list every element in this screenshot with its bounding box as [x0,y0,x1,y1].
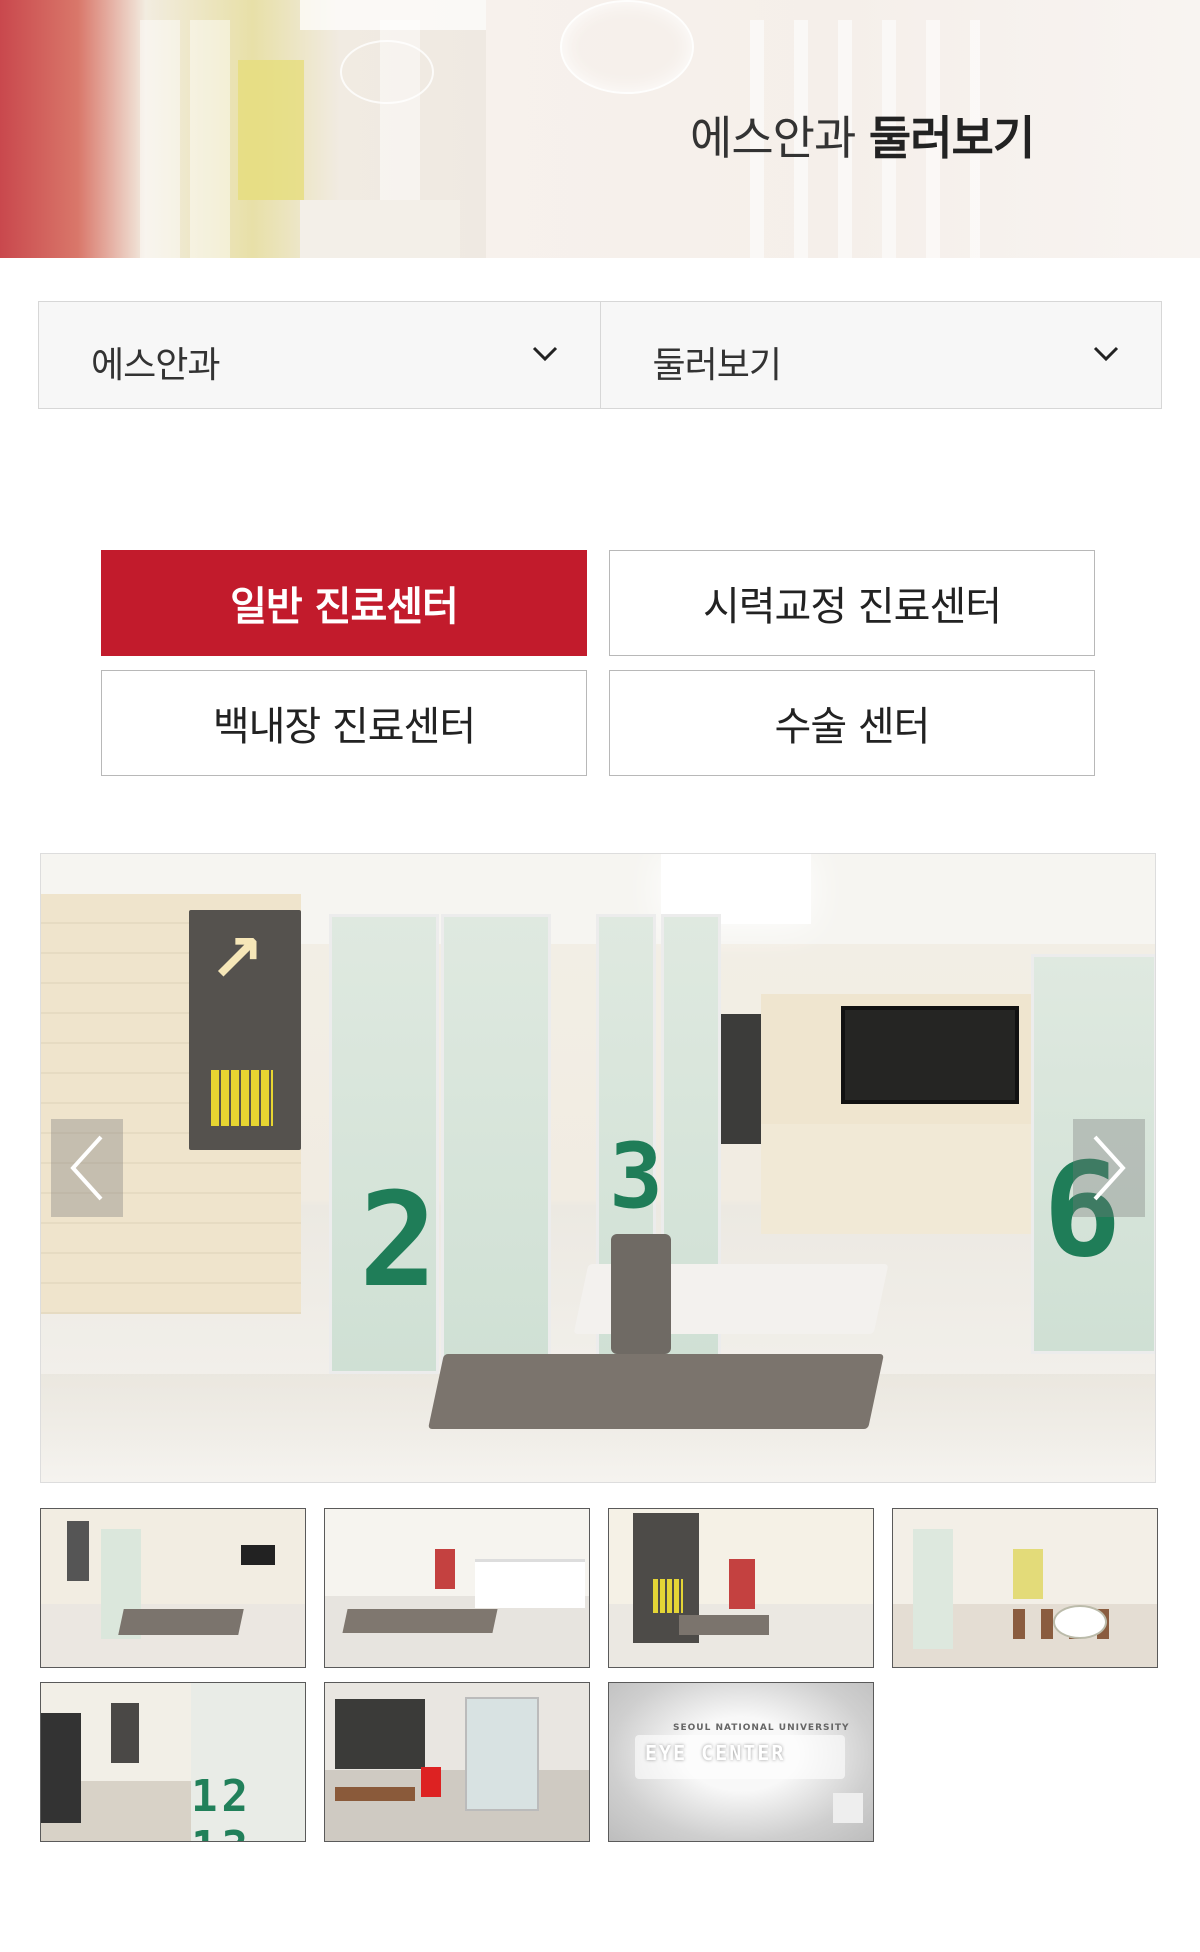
hero-desk [300,200,460,258]
gallery-prev-button[interactable] [51,1119,123,1217]
gallery-thumbnail[interactable] [324,1682,590,1842]
thumb-sign [111,1703,139,1763]
page-select[interactable]: 둘러보기 [600,301,1162,409]
thumb-bench [679,1615,769,1635]
tab-vision-correction-center[interactable]: 시력교정 진료센터 [609,550,1095,656]
thumb-bench [335,1787,415,1801]
thumb-logo-text: EYE CENTER [645,1741,786,1765]
thumb-sign-grid [653,1579,683,1613]
hero-yellow-wall [238,60,304,200]
thumb-room-numbers: 12 13 [191,1771,252,1841]
thumb-counter [475,1559,585,1608]
thumb-dark-wall [41,1713,81,1823]
arrow-icon: ↗ [209,920,265,997]
thumb-red-wall [435,1549,455,1589]
gallery-thumbnail[interactable]: SEOUL NATIONAL UNIVERSITY EYE CENTER [608,1682,874,1842]
chevron-down-icon [532,346,557,362]
photo-glass-door [441,914,551,1374]
photo-bench-grey [428,1354,884,1429]
gallery-thumbnail[interactable]: 12 13 [40,1682,306,1842]
thumbnail-image [325,1683,589,1841]
room-number-3: 3 [609,1124,664,1229]
page-title-bold: 둘러보기 [868,111,1035,165]
chevron-right-icon [1093,1135,1126,1201]
tab-cataract-center[interactable]: 백내장 진료센터 [101,670,587,776]
gallery-thumbnail[interactable] [608,1508,874,1668]
page-title: 에스안과 둘러보기 [690,102,1035,168]
gallery-next-button[interactable] [1073,1119,1145,1217]
hero-photo [0,0,486,258]
tab-surgery-center[interactable]: 수술 센터 [609,670,1095,776]
thumbnail-image [609,1509,873,1667]
room-number-2: 2 [359,1164,438,1316]
hero-glass-panel [140,20,180,258]
location-selector-bar: 에스안과 둘러보기 [38,301,1162,409]
photo-direction-sign: ↗ [189,910,301,1150]
chevron-left-icon [70,1135,103,1201]
page-title-normal: 에스안과 [690,111,856,165]
thumb-dark-wall [335,1699,425,1769]
thumb-logo-subtext: SEOUL NATIONAL UNIVERSITY [673,1723,850,1733]
thumb-door [465,1697,539,1811]
photo-sign-grid [211,1070,273,1126]
tab-general-center[interactable]: 일반 진료센터 [101,550,587,656]
thumbnail-image [893,1509,1157,1667]
gallery-thumbnail[interactable] [324,1508,590,1668]
thumb-bench [342,1609,498,1633]
thumb-table [1053,1605,1107,1639]
thumb-red-stool [421,1767,441,1797]
thumb-bench [118,1609,244,1635]
photo-reception-desk [761,1124,1031,1234]
chandelier-decoration [340,40,434,104]
thumbnail-image [41,1509,305,1667]
thumb-document [833,1793,863,1823]
photo-tv [841,1006,1019,1104]
chandelier-decoration [560,0,694,94]
thumb-glass [913,1529,953,1649]
gallery-thumbnail[interactable] [40,1508,306,1668]
thumbnail-image: SEOUL NATIONAL UNIVERSITY EYE CENTER [609,1683,873,1841]
thumb-tv [241,1545,275,1565]
thumbnail-image: 12 13 [41,1683,305,1841]
thumb-red-wall [729,1559,755,1609]
thumb-sign [67,1521,89,1581]
page-select-value: 둘러보기 [652,345,782,386]
chevron-down-icon [1093,346,1119,362]
gallery-main-image: ↗ 2 3 6 [40,853,1156,1483]
thumb-yellow-wall [1013,1549,1043,1599]
photo-bench-back [611,1234,671,1354]
section-select[interactable]: 에스안과 [38,301,601,409]
hero-banner: 에스안과 둘러보기 [0,0,1200,258]
section-select-value: 에스안과 [91,345,220,386]
hero-glass-panel [190,20,230,258]
thumbnail-image [325,1509,589,1667]
gallery-thumbnail[interactable] [892,1508,1158,1668]
